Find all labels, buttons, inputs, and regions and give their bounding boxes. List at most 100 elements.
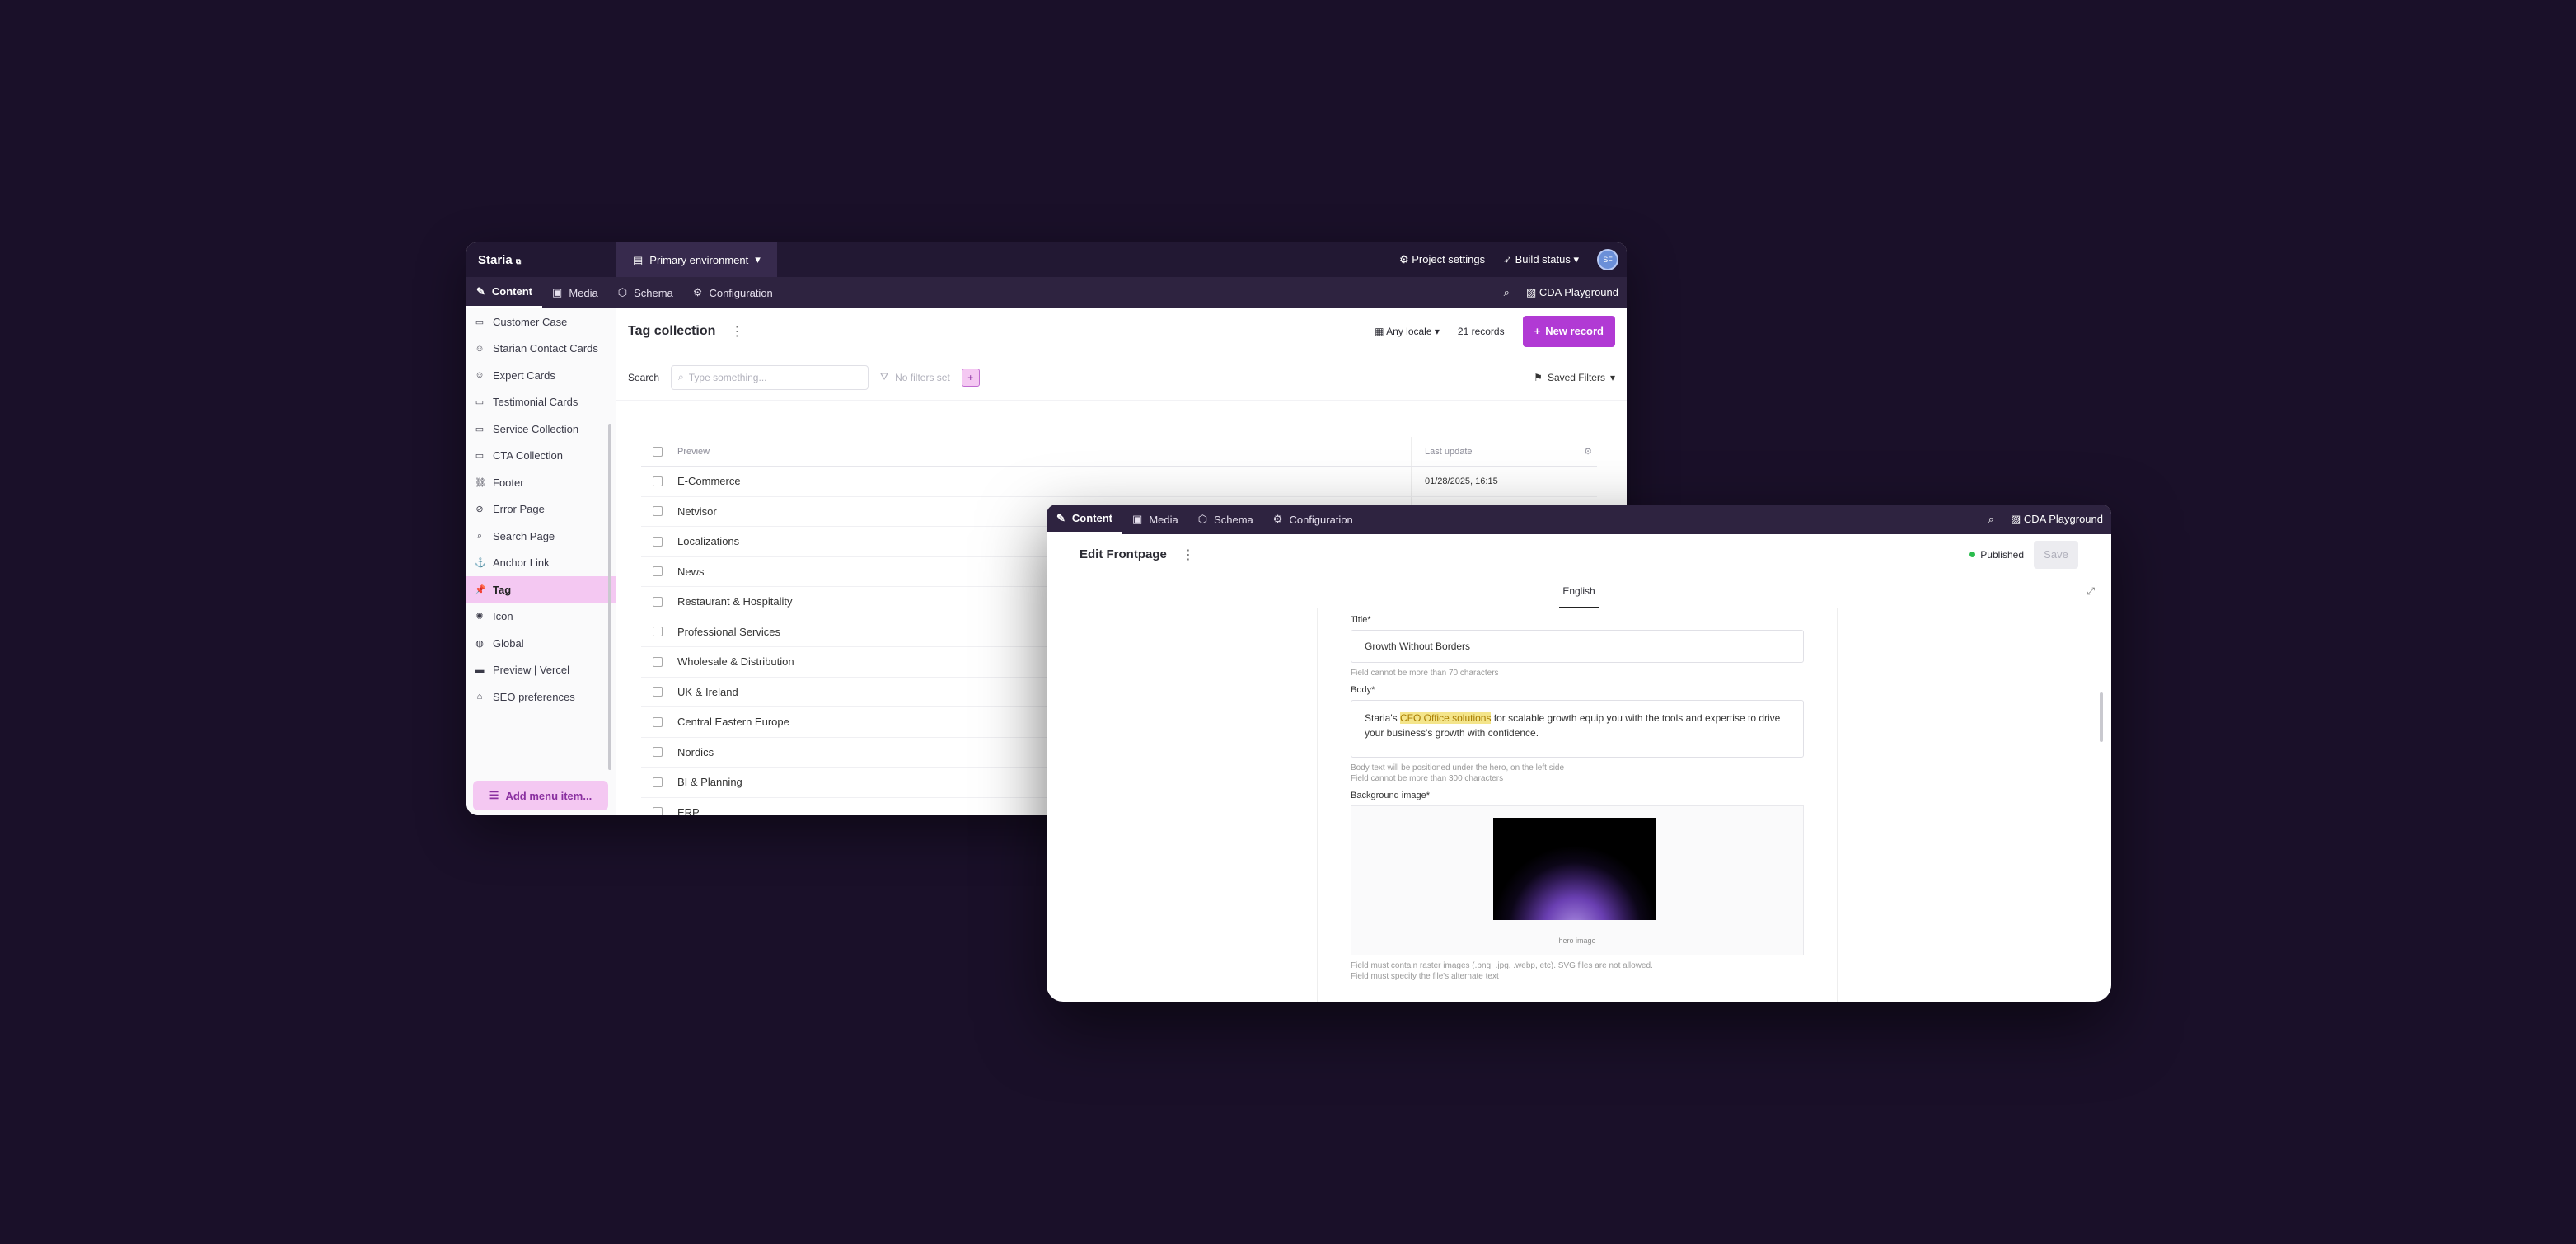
row-checkbox[interactable] — [653, 807, 663, 815]
sidebar-item-testimonial-cards[interactable]: ▭ Testimonial Cards — [466, 389, 616, 416]
sidebar-item-anchor-link[interactable]: ⚓ Anchor Link — [466, 550, 616, 577]
sidebar-item-preview-vercel[interactable]: ▬ Preview | Vercel — [466, 657, 616, 684]
add-menu-item-button[interactable]: ☰ Add menu item... — [473, 781, 608, 810]
tab-configuration[interactable]: ⚙ Configuration — [1263, 505, 1363, 534]
sidebar-item-icon[interactable]: ✺ Icon — [466, 603, 616, 631]
tab-label: Configuration — [709, 286, 773, 299]
save-button[interactable]: Save — [2034, 540, 2078, 569]
row-checkbox[interactable] — [653, 536, 663, 547]
row-checkbox[interactable] — [653, 566, 663, 577]
tab-schema[interactable]: ⬡ Schema — [608, 277, 683, 308]
build-status-label: Build status — [1515, 253, 1571, 265]
sidebar-item-customer-case[interactable]: ▭ Customer Case — [466, 308, 616, 336]
sidebar-list: ▭ Customer Case ☺ Starian Contact Cards ☺ Exp… — [466, 308, 616, 711]
sidebar-item-label: CTA Collection — [493, 449, 564, 462]
sidebar-item-label: Preview | Vercel — [493, 664, 569, 677]
environment-selector[interactable]: ▤ Primary environment ▾ — [616, 242, 777, 277]
search-icon[interactable]: ⌕ — [1504, 286, 1510, 299]
row-checkbox[interactable] — [653, 596, 663, 607]
sidebar-item-footer[interactable]: ⛓ Footer — [466, 469, 616, 496]
row-checkbox[interactable] — [653, 747, 663, 758]
image-help: Field must contain raster images (.png, … — [1351, 960, 1804, 982]
new-record-label: New record — [1545, 325, 1604, 337]
sidebar-item-search-page[interactable]: ⌕ Search Page — [466, 523, 616, 550]
title-field[interactable]: Growth Without Borders — [1351, 630, 1804, 663]
tab-label: Content — [1071, 512, 1113, 524]
person-icon: ☺ — [475, 370, 485, 381]
locale-selector[interactable]: ▦ Any locale ▾ — [1375, 326, 1440, 337]
tab-content[interactable]: ✎ Content — [466, 277, 543, 308]
locale-label: Any locale — [1386, 325, 1432, 337]
playground-label: CDA Playground — [1539, 286, 1618, 298]
row-checkbox[interactable] — [653, 716, 663, 727]
sidebar-item-cta-collection[interactable]: ▭ CTA Collection — [466, 443, 616, 470]
avatar[interactable]: SF — [1597, 249, 1618, 270]
more-options-icon[interactable]: ⋮ — [730, 323, 743, 340]
row-checkbox[interactable] — [653, 476, 663, 486]
image-icon: ▣ — [1132, 513, 1143, 525]
row-checkbox[interactable] — [653, 506, 663, 517]
more-options-icon[interactable]: ⋮ — [1182, 547, 1195, 563]
sidebar-scrollbar[interactable] — [608, 424, 611, 770]
tab-media[interactable]: ▣ Media — [1122, 505, 1188, 534]
locale-icon: ▦ — [1375, 325, 1384, 337]
search-input[interactable]: ⌕ Type something... — [671, 364, 869, 390]
tab-media[interactable]: ▣ Media — [542, 277, 608, 308]
background-image-field[interactable]: hero image — [1351, 805, 1804, 955]
cda-playground-link[interactable]: ▨ CDA Playground — [2011, 513, 2103, 526]
seo-icon: ⌂ — [476, 692, 483, 702]
expand-icon[interactable]: ⤢ — [2087, 585, 2095, 598]
search-label: Search — [628, 371, 660, 383]
new-record-button[interactable]: + New record — [1522, 315, 1615, 347]
sidebar-item-starian-contact-cards[interactable]: ☺ Starian Contact Cards — [466, 336, 616, 363]
cda-playground-link[interactable]: ▨ CDA Playground — [1526, 286, 1618, 299]
form-scrollbar[interactable] — [2100, 692, 2103, 742]
tab-content[interactable]: ✎ Content — [1047, 505, 1123, 534]
tab-label: Content — [491, 285, 533, 298]
background-image-label: Background image* — [1351, 791, 1431, 800]
project-settings-button[interactable]: ⚙ Project settings — [1399, 253, 1485, 266]
sidebar-item-seo-preferences[interactable]: ⌂ SEO preferences — [466, 683, 616, 711]
sidebar-item-global[interactable]: ◍ Global — [466, 630, 616, 657]
body-field[interactable]: Staria's CFO Office solutions for scalab… — [1351, 700, 1804, 758]
sidebar-item-tag[interactable]: 📌 Tag — [466, 576, 616, 603]
row-checkbox[interactable] — [653, 687, 663, 697]
saved-filters-button[interactable]: ⚑ Saved Filters ▾ — [1534, 372, 1615, 383]
tab-english[interactable]: English — [1559, 575, 1599, 608]
bulb-icon: ✺ — [475, 612, 484, 622]
gear-icon[interactable]: ⚙ — [1584, 446, 1592, 457]
link-icon: ⛓ — [475, 477, 486, 488]
sidebar-item-label: Anchor Link — [493, 556, 550, 570]
row-checkbox[interactable] — [653, 656, 663, 667]
row-checkbox[interactable] — [653, 627, 663, 637]
sidebar-item-expert-cards[interactable]: ☺ Expert Cards — [466, 362, 616, 389]
select-all-checkbox[interactable] — [653, 446, 663, 457]
add-filter-button[interactable]: + — [961, 368, 980, 387]
status-label: Published — [1980, 548, 2024, 561]
sidebar-item-label: Testimonial Cards — [493, 396, 578, 409]
doc-icon: ▭ — [475, 317, 485, 327]
database-icon: ▤ — [633, 253, 644, 266]
sidebar-item-error-page[interactable]: ⊘ Error Page — [466, 496, 616, 523]
table-header: Preview Last update ⚙ — [641, 437, 1597, 467]
project-name[interactable]: Staria ⧉ — [466, 253, 616, 267]
globe-icon: ◍ — [475, 638, 484, 649]
table-row[interactable]: E-Commerce 01/28/2025, 16:15 — [641, 467, 1597, 497]
saved-filters-label: Saved Filters — [1547, 371, 1605, 383]
build-status-button[interactable]: ➶ Build status ▾ — [1503, 253, 1579, 266]
sidebar-item-label: Starian Contact Cards — [493, 342, 598, 355]
playground-label: CDA Playground — [2023, 513, 2103, 525]
doc-icon: ▭ — [475, 397, 485, 408]
hero-image-thumbnail[interactable] — [1493, 818, 1656, 920]
status-dot — [1969, 552, 1976, 557]
row-checkbox[interactable] — [653, 777, 663, 787]
filter-button[interactable]: ⛛ No filters set — [880, 371, 950, 383]
stop-icon: ⊘ — [475, 505, 484, 515]
sidebar-item-label: Service Collection — [493, 422, 579, 435]
tab-configuration[interactable]: ⚙ Configuration — [683, 277, 783, 308]
tab-schema[interactable]: ⬡ Schema — [1188, 505, 1263, 534]
search-icon[interactable]: ⌕ — [1988, 513, 1994, 526]
sidebar-item-label: Footer — [493, 476, 524, 489]
cube-icon: ⬡ — [617, 286, 628, 298]
sidebar-item-service-collection[interactable]: ▭ Service Collection — [466, 415, 616, 443]
